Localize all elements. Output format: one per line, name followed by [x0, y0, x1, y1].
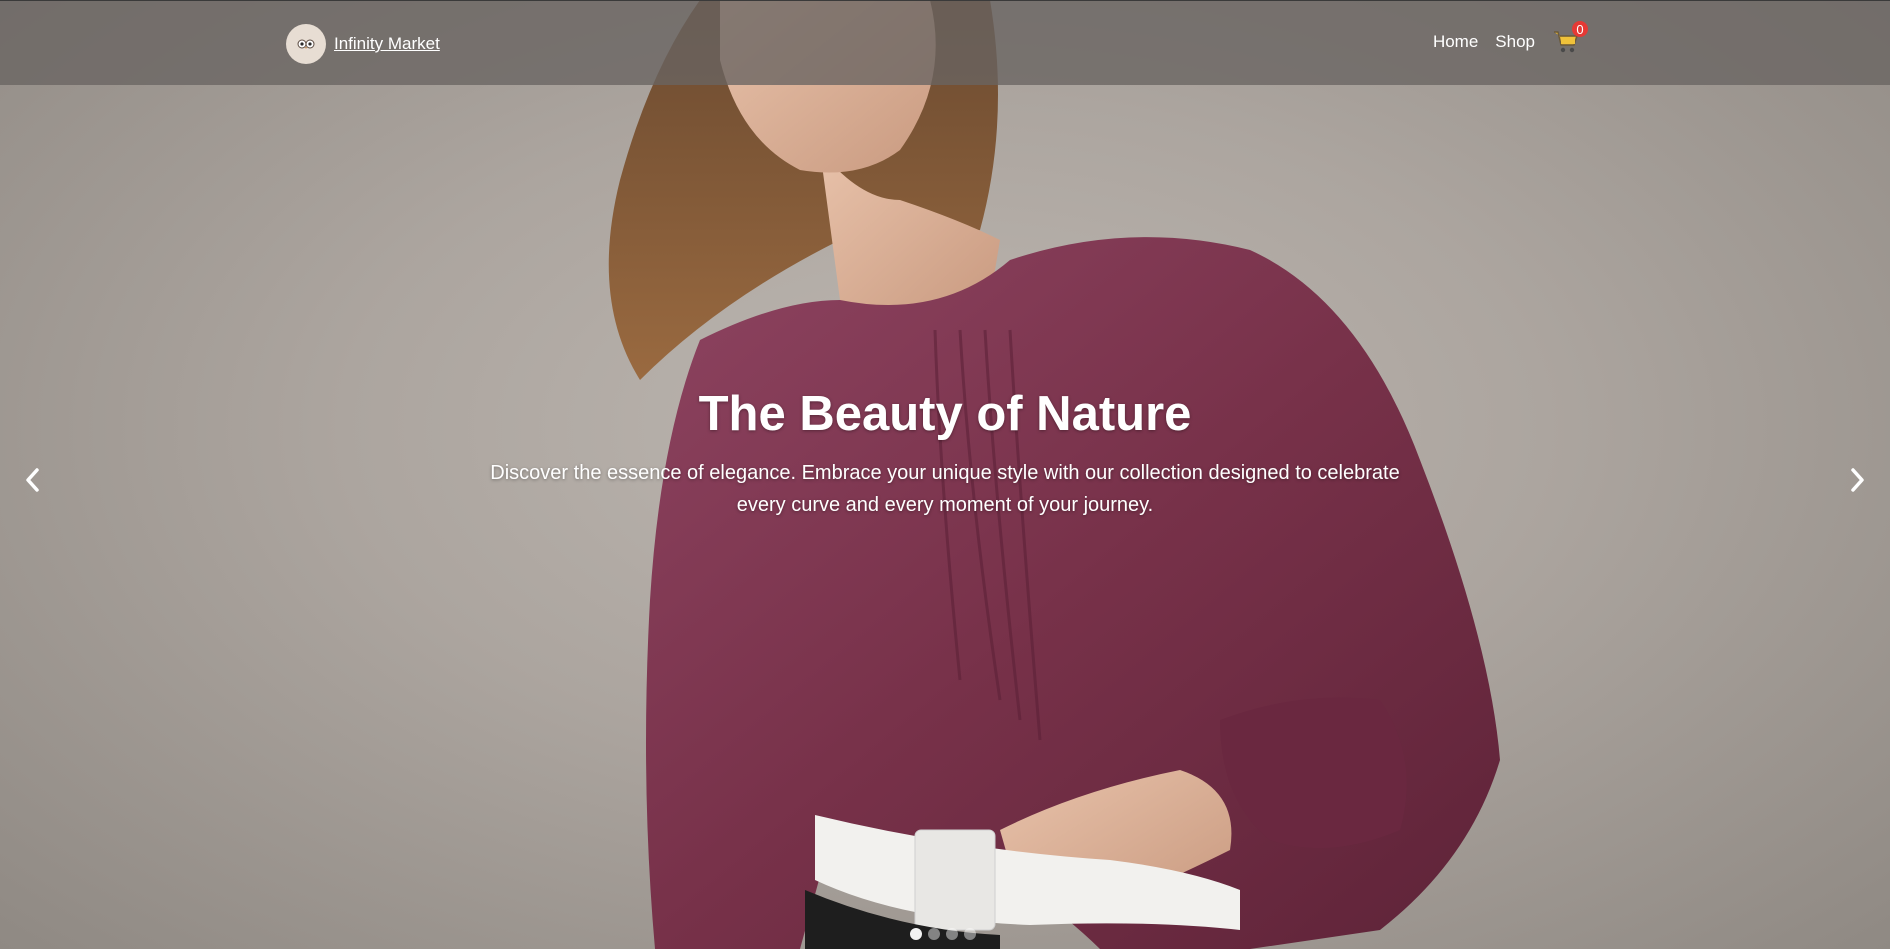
carousel-indicator-dot[interactable]: [928, 928, 940, 940]
carousel-indicator-dot[interactable]: [910, 928, 922, 940]
chevron-right-icon: [1851, 468, 1864, 492]
main-nav: Home Shop 0: [1433, 21, 1588, 55]
carousel-indicator-dot[interactable]: [946, 928, 958, 940]
cart-count-badge: 0: [1572, 21, 1588, 37]
owl-icon: [286, 24, 326, 64]
brand-name: Infinity Market: [334, 34, 440, 53]
chevron-left-icon: [26, 468, 39, 492]
brand-link[interactable]: Infinity Market: [286, 24, 440, 64]
navbar: Infinity Market Home Shop 0: [0, 0, 1890, 85]
carousel-next-button[interactable]: [1838, 462, 1878, 498]
carousel-indicator-dot[interactable]: [964, 928, 976, 940]
cart-button[interactable]: 0: [1552, 21, 1588, 55]
hero-title: The Beauty of Nature: [698, 387, 1192, 441]
nav-shop-link[interactable]: Shop: [1495, 32, 1535, 52]
carousel-prev-button[interactable]: [12, 462, 52, 498]
carousel-indicators: [910, 928, 976, 940]
nav-home-link[interactable]: Home: [1433, 32, 1478, 52]
hero-description: Discover the essence of elegance. Embrac…: [490, 462, 1400, 516]
hero-caption: The Beauty of Nature Discover the essenc…: [0, 384, 1890, 521]
